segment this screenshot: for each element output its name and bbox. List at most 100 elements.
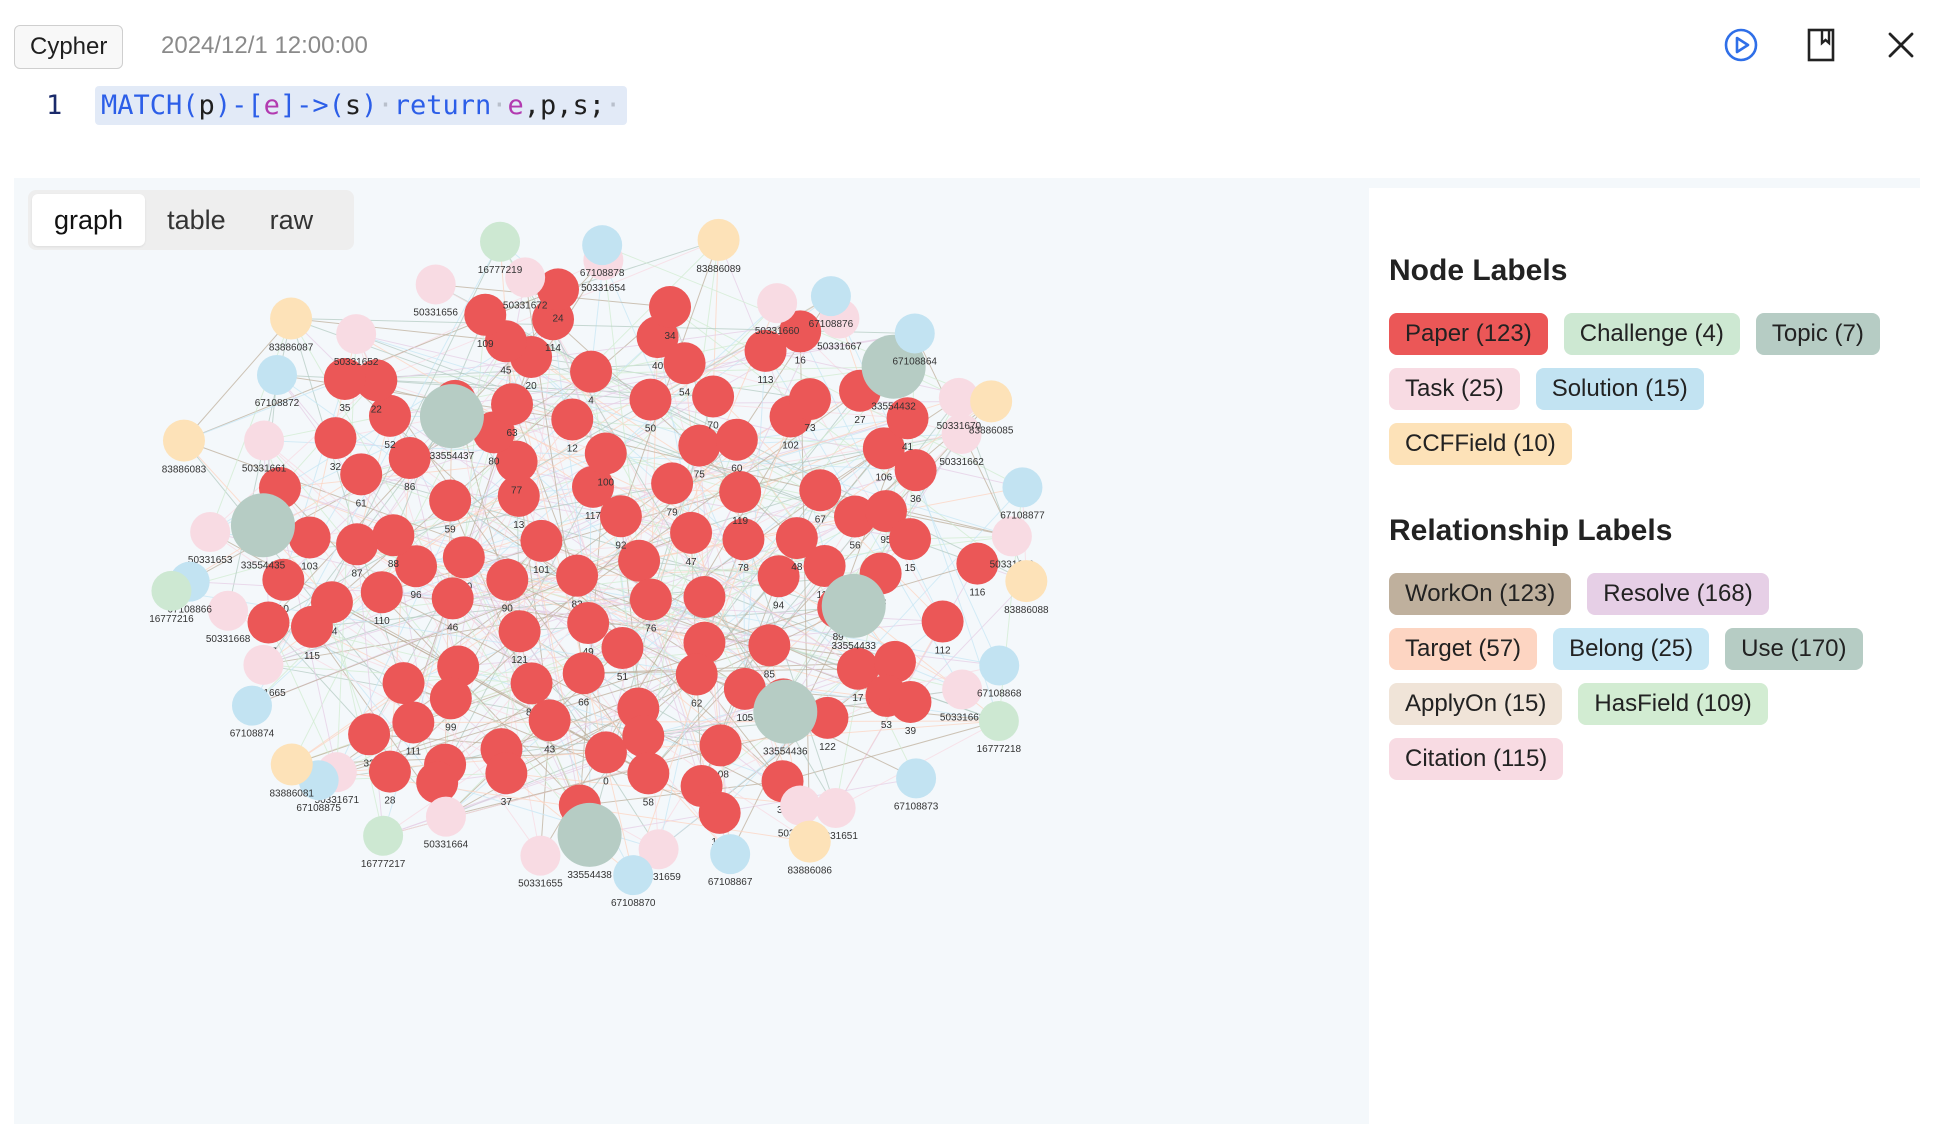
node-circle[interactable]: [151, 570, 192, 611]
node-circle[interactable]: [889, 680, 932, 723]
node-circle[interactable]: [821, 573, 886, 638]
code-line[interactable]: MATCH(p)-[e]->(s)·return·e,p,s;·: [95, 86, 628, 125]
node-circle[interactable]: [584, 731, 627, 774]
node-circle[interactable]: [613, 855, 654, 896]
node-circle[interactable]: [528, 699, 571, 742]
node-circle[interactable]: [425, 796, 466, 837]
graph-node-challenge[interactable]: 16777219: [478, 221, 523, 276]
node-circle[interactable]: [757, 283, 798, 324]
graph-node-task[interactable]: 50331664: [424, 796, 469, 851]
node-circle[interactable]: [710, 834, 751, 875]
node-circle[interactable]: [557, 802, 622, 867]
graph-node-paper[interactable]: 113: [744, 329, 787, 386]
node-circle[interactable]: [970, 380, 1013, 423]
legend-chip-challenge[interactable]: Challenge (4): [1563, 313, 1740, 355]
node-circle[interactable]: [486, 558, 529, 601]
bookmark-icon[interactable]: [1798, 22, 1844, 68]
node-circle[interactable]: [464, 293, 507, 336]
node-circle[interactable]: [208, 590, 249, 631]
node-circle[interactable]: [231, 685, 272, 726]
node-circle[interactable]: [551, 398, 594, 441]
graph-node-solution[interactable]: 67108877: [1000, 467, 1045, 521]
node-circle[interactable]: [567, 602, 610, 645]
node-circle[interactable]: [419, 384, 484, 449]
node-circle[interactable]: [629, 378, 672, 421]
graph-node-paper[interactable]: 121: [498, 610, 541, 666]
node-circle[interactable]: [348, 713, 391, 756]
node-circle[interactable]: [288, 516, 331, 559]
legend-chip-use[interactable]: Use (170): [1725, 628, 1863, 670]
legend-chip-workon[interactable]: WorkOn (123): [1389, 573, 1572, 615]
graph-node-task[interactable]: 50331652: [334, 314, 379, 368]
node-circle[interactable]: [699, 724, 742, 767]
node-circle[interactable]: [715, 418, 758, 461]
node-circle[interactable]: [570, 350, 613, 393]
graph-node-paper[interactable]: 83: [556, 554, 599, 611]
node-circle[interactable]: [719, 471, 762, 514]
legend-chip-target[interactable]: Target (57): [1389, 628, 1538, 670]
graph-node-solution[interactable]: 67108867: [708, 834, 753, 888]
node-circle[interactable]: [788, 820, 831, 863]
node-circle[interactable]: [780, 785, 821, 826]
graph-node-ccf[interactable]: 83886088: [1004, 560, 1049, 616]
node-circle[interactable]: [889, 518, 932, 561]
node-circle[interactable]: [627, 752, 670, 795]
node-circle[interactable]: [360, 571, 403, 614]
node-circle[interactable]: [230, 493, 295, 558]
node-circle[interactable]: [270, 743, 313, 786]
graph-node-ccf[interactable]: 83886081: [270, 743, 315, 800]
node-circle[interactable]: [256, 354, 297, 395]
node-circle[interactable]: [582, 225, 623, 266]
node-circle[interactable]: [247, 601, 290, 644]
graph-canvas[interactable]: 9883927610147491179190795113781211006512…: [14, 178, 1369, 1124]
node-circle[interactable]: [601, 626, 644, 669]
graph-node-task[interactable]: 50331653: [188, 511, 233, 566]
node-circle[interactable]: [244, 420, 285, 461]
graph-node-task[interactable]: 50331661: [242, 420, 287, 475]
legend-chip-task[interactable]: Task (25): [1389, 368, 1520, 410]
node-circle[interactable]: [753, 679, 818, 744]
node-circle[interactable]: [336, 314, 377, 355]
tab-raw[interactable]: raw: [248, 194, 336, 246]
node-circle[interactable]: [894, 449, 937, 492]
graph-node-task[interactable]: 50331655: [518, 835, 563, 890]
graph-node-topic[interactable]: 33554438: [557, 802, 622, 881]
graph-node-ccf[interactable]: 83886083: [162, 419, 207, 476]
graph-node-ccf[interactable]: 83886085: [969, 380, 1014, 436]
legend-chip-resolve[interactable]: Resolve (168): [1587, 573, 1769, 615]
node-circle[interactable]: [991, 516, 1032, 557]
graph-node-ccf[interactable]: 83886086: [788, 820, 833, 877]
node-circle[interactable]: [921, 600, 964, 643]
node-circle[interactable]: [336, 523, 379, 566]
node-circle[interactable]: [485, 752, 528, 795]
node-circle[interactable]: [520, 835, 561, 876]
node-circle[interactable]: [431, 577, 474, 620]
node-circle[interactable]: [429, 677, 472, 720]
graph-node-paper[interactable]: 37: [485, 752, 528, 808]
node-circle[interactable]: [480, 221, 521, 262]
query-editor[interactable]: 1 MATCH(p)-[e]->(s)·return·e,p,s;·: [0, 80, 1934, 140]
graph-node-paper[interactable]: 50: [629, 378, 672, 435]
graph-node-paper[interactable]: 59: [429, 479, 472, 536]
graph-node-challenge[interactable]: 16777216: [149, 570, 194, 625]
node-circle[interactable]: [368, 750, 411, 793]
graph-visualization[interactable]: 9883927610147491179190795113781211006512…: [14, 178, 1369, 1124]
node-circle[interactable]: [392, 701, 435, 744]
graph-node-paper[interactable]: 0: [584, 731, 627, 787]
node-circle[interactable]: [243, 644, 284, 685]
node-circle[interactable]: [978, 700, 1019, 741]
node-circle[interactable]: [190, 511, 231, 552]
close-icon[interactable]: [1878, 22, 1924, 68]
node-circle[interactable]: [629, 578, 672, 621]
node-circle[interactable]: [799, 469, 842, 512]
graph-node-solution[interactable]: 67108868: [977, 645, 1022, 700]
legend-chip-ccffield[interactable]: CCFField (10): [1389, 423, 1572, 465]
node-circle[interactable]: [683, 575, 726, 618]
node-circle[interactable]: [416, 761, 459, 804]
node-circle[interactable]: [1005, 560, 1048, 603]
node-circle[interactable]: [622, 715, 665, 758]
node-circle[interactable]: [442, 536, 485, 579]
graph-node-task[interactable]: 50331656: [413, 264, 458, 318]
node-circle[interactable]: [649, 286, 692, 329]
node-circle[interactable]: [382, 662, 425, 705]
